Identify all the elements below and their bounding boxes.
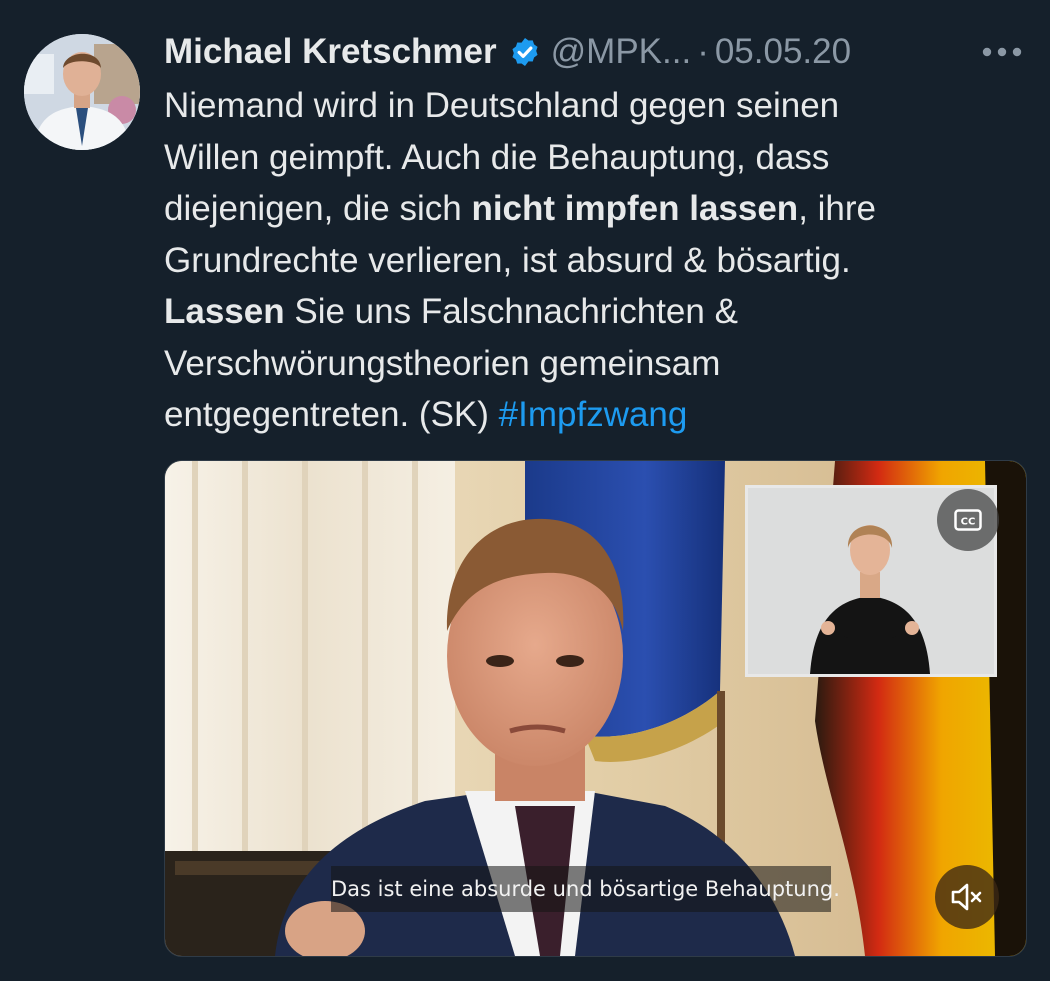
mute-button[interactable] [935,865,999,929]
cc-label: CC [961,517,976,528]
tweet-text-segment: entgegentreten. (SK) [164,395,499,434]
header-separator: · [697,32,709,71]
tweet-line: diejenigen, die sich nicht impfen lassen… [164,183,1034,235]
author-avatar[interactable] [24,34,140,150]
tweet-header: Michael Kretschmer @MPK... · 05.05.20 [164,26,1026,78]
author-name[interactable]: Michael Kretschmer [164,26,497,78]
tweet-line: Grundrechte verlieren, ist absurd & bösa… [164,240,851,280]
tweet-date[interactable]: 05.05.20 [715,26,851,78]
more-options-button[interactable] [978,26,1026,78]
tweet-text-segment: Sie uns Falschnachrichten & [284,292,738,331]
hashtag-link[interactable]: #Impfzwang [499,395,688,434]
avatar-photo [24,34,140,150]
closed-captions-icon: CC [954,509,982,531]
tweet-bold-text: nicht impfen lassen [471,189,799,228]
more-options-icon [982,47,1022,57]
tweet-text-segment: diejenigen, die sich [164,189,472,228]
tweet-line: Niemand wird in Deutschland gegen seinen [164,86,840,125]
tweet-text: Niemand wird in Deutschland gegen seinen… [164,80,1034,441]
closed-captions-button[interactable]: CC [937,489,999,551]
video-player[interactable]: CC Das ist eine absurde und bösartige Be… [164,460,1027,957]
speaker-muted-icon [951,883,982,911]
tweet-text-segment: , ihre [798,189,876,228]
author-handle[interactable]: @MPK... [551,26,692,78]
tweet-bold-text: Lassen [164,292,285,331]
tweet-line: Verschwörungstheorien gemeinsam [164,343,721,383]
video-subtitle: Das ist eine absurde und bösartige Behau… [331,866,840,912]
tweet-line: entgegentreten. (SK) #Impfzwang [164,389,1034,441]
tweet-line: Lassen Sie uns Falschnachrichten & [164,286,1034,338]
tweet-line: Willen geimpft. Auch die Behauptung, das… [164,137,830,177]
verified-badge-icon [512,38,538,66]
